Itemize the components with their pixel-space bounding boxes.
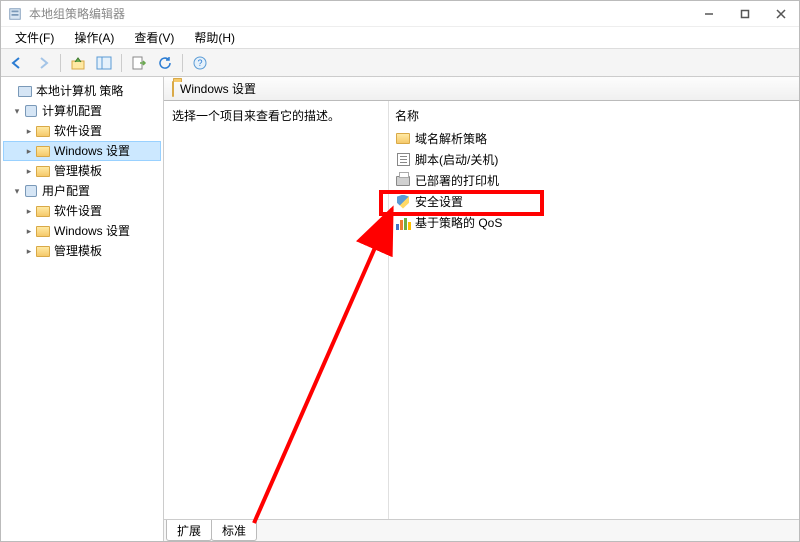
- chevron-right-icon[interactable]: ▸: [23, 222, 35, 240]
- chevron-right-icon[interactable]: ▸: [23, 202, 35, 220]
- menu-view[interactable]: 查看(V): [124, 27, 184, 48]
- items-column: 名称 域名解析策略脚本(启动/关机) 已部署的打印机安全设置基于策略的 QoS: [389, 101, 799, 519]
- tree-software-settings-2[interactable]: ▸ 软件设置: [3, 201, 161, 221]
- toolbar-separator: [60, 54, 61, 72]
- chevron-right-icon[interactable]: ▸: [23, 122, 35, 140]
- tree-software-settings-1[interactable]: ▸ 软件设置: [3, 121, 161, 141]
- chevron-right-icon[interactable]: ▸: [23, 142, 35, 160]
- minimize-button[interactable]: [691, 1, 727, 26]
- script-icon: [395, 152, 411, 168]
- show-hide-tree-button[interactable]: [92, 52, 116, 74]
- chart-icon: [395, 215, 411, 231]
- titlebar: 本地组策略编辑器: [1, 1, 799, 27]
- tree-user-config-label: 用户配置: [42, 182, 90, 200]
- tab-standard[interactable]: 标准: [211, 520, 257, 541]
- toolbar: ?: [1, 49, 799, 77]
- chevron-right-icon[interactable]: ▸: [23, 162, 35, 180]
- folder-open-icon: [172, 82, 174, 96]
- folder-icon: [395, 131, 411, 147]
- list-item-scripts[interactable]: 脚本(启动/关机): [395, 149, 793, 170]
- tree-item-label: Windows 设置: [54, 142, 130, 160]
- chevron-down-icon[interactable]: ▾: [11, 182, 23, 200]
- tab-extended[interactable]: 扩展: [166, 520, 212, 541]
- tree-item-label: 管理模板: [54, 162, 102, 180]
- tree-admin-templates-2[interactable]: ▸ 管理模板: [3, 241, 161, 261]
- list-item-dns_policy[interactable]: 域名解析策略: [395, 128, 793, 149]
- column-header-name: 名称: [395, 105, 793, 128]
- list-item-printers[interactable]: 已部署的打印机: [395, 170, 793, 191]
- tree-user-config[interactable]: ▾ 用户配置: [3, 181, 161, 201]
- content-body: 选择一个项目来查看它的描述。 名称 域名解析策略脚本(启动/关机) 已部署的打印机…: [164, 101, 799, 519]
- menubar: 文件(F) 操作(A) 查看(V) 帮助(H): [1, 27, 799, 49]
- description-prompt: 选择一个项目来查看它的描述。: [172, 107, 380, 124]
- content-tabs: 扩展 标准: [164, 519, 799, 541]
- tree-computer-config[interactable]: ▾ 计算机配置: [3, 101, 161, 121]
- toolbar-separator: [182, 54, 183, 72]
- export-button[interactable]: [127, 52, 151, 74]
- tree-item-label: Windows 设置: [54, 222, 130, 240]
- tree-item-label: 软件设置: [54, 122, 102, 140]
- list-item-label: 安全设置: [415, 193, 463, 210]
- list-item-qos[interactable]: 基于策略的 QoS: [395, 212, 793, 233]
- tree-computer-config-label: 计算机配置: [42, 102, 102, 120]
- config-icon: [23, 103, 39, 119]
- folder-icon: [35, 163, 51, 179]
- close-button[interactable]: [763, 1, 799, 26]
- forward-button[interactable]: [31, 52, 55, 74]
- folder-icon: [35, 243, 51, 259]
- chevron-right-icon[interactable]: ▸: [23, 242, 35, 260]
- tree-windows-settings-2[interactable]: ▸ Windows 设置: [3, 221, 161, 241]
- items-list: 域名解析策略脚本(启动/关机) 已部署的打印机安全设置基于策略的 QoS: [395, 128, 793, 233]
- shield-icon: [395, 194, 411, 210]
- menu-action[interactable]: 操作(A): [64, 27, 124, 48]
- list-item-label: 域名解析策略: [415, 130, 487, 147]
- description-column: 选择一个项目来查看它的描述。: [164, 101, 389, 519]
- folder-icon: [35, 143, 51, 159]
- folder-icon: [35, 123, 51, 139]
- printer-icon: [395, 173, 411, 189]
- list-item-label: 基于策略的 QoS: [415, 214, 502, 231]
- folder-icon: [35, 203, 51, 219]
- menu-file[interactable]: 文件(F): [5, 27, 64, 48]
- toolbar-separator: [121, 54, 122, 72]
- content-header-title: Windows 设置: [180, 80, 256, 97]
- tree-root-label: 本地计算机 策略: [36, 82, 123, 100]
- tree-panel[interactable]: 本地计算机 策略 ▾ 计算机配置: [1, 77, 164, 541]
- folder-icon: [35, 223, 51, 239]
- user-config-icon: [23, 183, 39, 199]
- back-button[interactable]: [5, 52, 29, 74]
- tree-root[interactable]: 本地计算机 策略: [3, 81, 161, 101]
- tree-windows-settings-1[interactable]: ▸ Windows 设置: [3, 141, 161, 161]
- main-area: 本地计算机 策略 ▾ 计算机配置: [1, 77, 799, 541]
- refresh-button[interactable]: [153, 52, 177, 74]
- svg-text:?: ?: [197, 58, 202, 68]
- list-item-security[interactable]: 安全设置: [395, 191, 793, 212]
- menu-help[interactable]: 帮助(H): [184, 27, 245, 48]
- list-item-label: 已部署的打印机: [415, 172, 499, 189]
- list-item-label: 脚本(启动/关机): [415, 151, 498, 168]
- maximize-button[interactable]: [727, 1, 763, 26]
- computer-icon: [17, 83, 33, 99]
- window-controls: [691, 1, 799, 26]
- tree-item-label: 管理模板: [54, 242, 102, 260]
- chevron-down-icon[interactable]: ▾: [11, 102, 23, 120]
- app-icon: [7, 6, 23, 22]
- up-button[interactable]: [66, 52, 90, 74]
- tree-admin-templates-1[interactable]: ▸ 管理模板: [3, 161, 161, 181]
- tree-item-label: 软件设置: [54, 202, 102, 220]
- content-panel: Windows 设置 选择一个项目来查看它的描述。 名称 域名解析策略脚本(启动…: [164, 77, 799, 541]
- content-header: Windows 设置: [164, 77, 799, 101]
- window-title: 本地组策略编辑器: [29, 5, 125, 22]
- help-button[interactable]: ?: [188, 52, 212, 74]
